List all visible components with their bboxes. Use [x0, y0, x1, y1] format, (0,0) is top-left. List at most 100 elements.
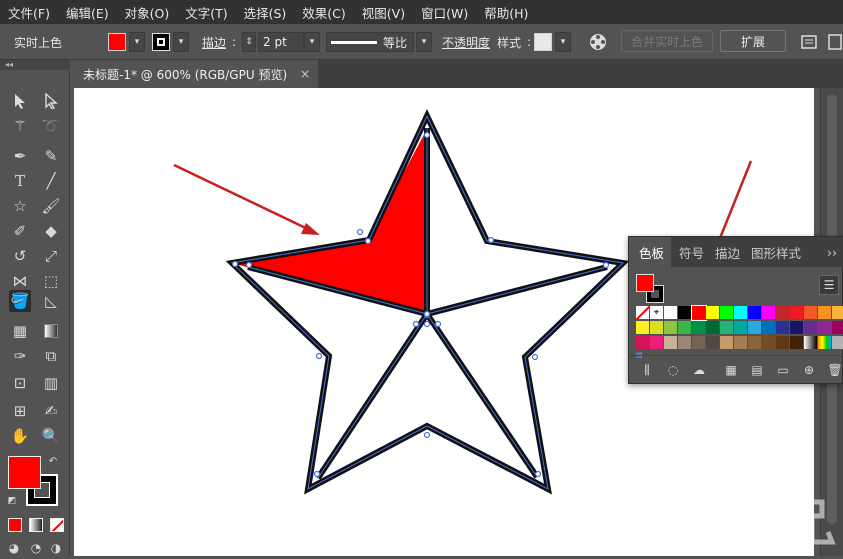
arrange-documents-icon[interactable] — [828, 34, 842, 50]
type-tool-icon[interactable]: T — [9, 170, 31, 192]
draw-inside-icon[interactable]: ◑ — [48, 540, 64, 556]
mesh-tool-icon[interactable]: ▦ — [9, 320, 31, 342]
gradient-tool-icon[interactable] — [40, 320, 62, 342]
swatch-cell[interactable] — [748, 306, 762, 320]
swatch-cell[interactable] — [790, 306, 804, 320]
none-mode-icon[interactable] — [50, 518, 64, 532]
opacity-label[interactable]: 不透明度 — [442, 32, 490, 52]
swatch-cell[interactable] — [664, 321, 678, 335]
menu-object[interactable]: 对象(O) — [117, 3, 178, 22]
swatch-cell[interactable] — [762, 306, 776, 320]
swatch-cell[interactable] — [762, 336, 776, 350]
profile-dropdown[interactable]: ▾ — [416, 32, 432, 52]
zoom-tool-icon[interactable]: 🔍 — [40, 425, 62, 447]
pen-tool-icon[interactable]: ✒ — [9, 145, 31, 167]
cloud-library-icon[interactable]: ☁ — [691, 362, 707, 378]
new-folder-icon[interactable]: ▭ — [775, 362, 791, 378]
menu-window[interactable]: 窗口(W) — [413, 3, 476, 22]
swatch-cell[interactable] — [691, 305, 707, 321]
swatch-cell[interactable] — [776, 306, 790, 320]
document-tab[interactable]: 未标题-1* @ 600% (RGB/GPU 预览) × — [74, 60, 318, 88]
scale-tool-icon[interactable]: ⤢ — [40, 245, 62, 267]
swatch-cell[interactable] — [734, 321, 748, 335]
menu-type[interactable]: 文字(T) — [177, 3, 235, 22]
blend-tool-icon[interactable]: ⧉ — [40, 345, 62, 367]
eyedropper-tool-icon[interactable]: ✑ — [9, 345, 31, 367]
stroke-color-swatch[interactable] — [152, 33, 170, 51]
swatch-cell[interactable] — [636, 321, 650, 335]
gradient-mode-icon[interactable] — [29, 518, 43, 532]
swatch-cell[interactable] — [790, 321, 804, 335]
perspective-grid-tool-icon[interactable]: ◺ — [40, 290, 62, 312]
swatch-cell[interactable] — [664, 306, 678, 320]
stroke-weight-stepper[interactable]: ⇕ — [242, 32, 256, 52]
tab-swatches[interactable]: 色板 — [629, 237, 671, 267]
symbol-sprayer-tool-icon[interactable]: ⊡ — [9, 372, 31, 394]
swatch-cell[interactable] — [832, 306, 843, 320]
swatch-cell[interactable] — [706, 321, 720, 335]
magic-wand-tool-icon[interactable]: ⚚ — [9, 115, 31, 137]
eraser-tool-icon[interactable]: ◆ — [40, 220, 62, 242]
expand-button[interactable]: 扩展 — [720, 30, 786, 52]
fill-color-box[interactable] — [8, 456, 41, 489]
swatch-cell[interactable] — [804, 306, 818, 320]
swatch-cell[interactable]: ⌖ — [650, 306, 664, 320]
stroke-weight-input[interactable]: 2 pt — [258, 32, 304, 52]
tab-stroke[interactable]: 描边 — [715, 237, 740, 267]
swatch-cell[interactable] — [678, 336, 692, 350]
swatch-cell[interactable] — [650, 321, 664, 335]
swatch-cell[interactable] — [664, 336, 678, 350]
swatch-cell[interactable] — [720, 336, 734, 350]
live-paint-bucket-tool-icon[interactable]: 🪣 — [9, 290, 31, 312]
new-color-group-icon[interactable]: ▤ — [749, 362, 765, 378]
column-graph-tool-icon[interactable]: ▥ — [40, 372, 62, 394]
swatch-libraries-icon[interactable]: ⫼ — [639, 362, 655, 378]
panel-more-icon[interactable]: ›› — [827, 237, 837, 267]
paintbrush-tool-icon[interactable]: 🖌 — [40, 195, 62, 217]
swap-fill-stroke-icon[interactable]: ↶ — [46, 454, 60, 468]
slice-tool-icon[interactable]: ✍ — [40, 400, 62, 422]
swatch-cell[interactable] — [832, 321, 843, 335]
swatch-cell[interactable] — [734, 306, 748, 320]
graphic-style-swatch[interactable] — [534, 33, 552, 51]
swatch-cell[interactable] — [818, 306, 832, 320]
stroke-weight-dropdown[interactable]: ▾ — [304, 32, 320, 52]
swatch-cell[interactable] — [804, 321, 818, 335]
swatch-cell[interactable] — [678, 306, 692, 320]
shaper-tool-icon[interactable]: ✐ — [9, 220, 31, 242]
menu-file[interactable]: 文件(F) — [0, 3, 58, 22]
stroke-dropdown[interactable]: ▾ — [173, 32, 189, 52]
merge-live-paint-button[interactable]: 合并实时上色 — [621, 30, 713, 52]
style-dropdown[interactable]: ▾ — [555, 32, 571, 52]
variable-width-profile[interactable]: 等比 — [326, 32, 414, 52]
swatch-options-icon[interactable]: ▦ — [723, 362, 739, 378]
swatch-cell[interactable] — [720, 321, 734, 335]
swatch-cell[interactable] — [832, 336, 843, 350]
line-segment-tool-icon[interactable]: ╱ — [40, 170, 62, 192]
rotate-tool-icon[interactable]: ↺ — [9, 245, 31, 267]
menu-select[interactable]: 选择(S) — [236, 3, 295, 22]
curvature-tool-icon[interactable]: ✎ — [40, 145, 62, 167]
tab-symbols[interactable]: 符号 — [679, 237, 704, 267]
swatch-cell[interactable] — [636, 336, 650, 350]
menu-view[interactable]: 视图(V) — [354, 3, 413, 22]
draw-behind-icon[interactable]: ◔ — [28, 540, 44, 556]
draw-normal-icon[interactable]: ◕ — [6, 540, 22, 556]
direct-selection-tool-icon[interactable] — [40, 90, 62, 112]
stroke-label[interactable]: 描边 — [202, 32, 226, 52]
swatch-cell[interactable] — [804, 336, 818, 350]
lasso-tool-icon[interactable]: ➰ — [40, 115, 62, 137]
hand-tool-icon[interactable]: ✋ — [9, 425, 31, 447]
swatch-cell[interactable] — [818, 321, 832, 335]
artboard-tool-icon[interactable]: ⊞ — [9, 400, 31, 422]
panel-menu-icon[interactable] — [801, 34, 817, 50]
close-icon[interactable]: × — [300, 67, 310, 81]
color-mode-icon[interactable] — [8, 518, 22, 532]
panel-fill-box[interactable] — [636, 274, 654, 292]
swatch-cell[interactable] — [650, 336, 664, 350]
swatch-cell[interactable] — [734, 336, 748, 350]
swatch-cell[interactable] — [790, 336, 804, 350]
swatch-cell[interactable] — [692, 321, 706, 335]
star-tool-icon[interactable]: ☆ — [9, 195, 31, 217]
swatch-cell[interactable] — [678, 321, 692, 335]
